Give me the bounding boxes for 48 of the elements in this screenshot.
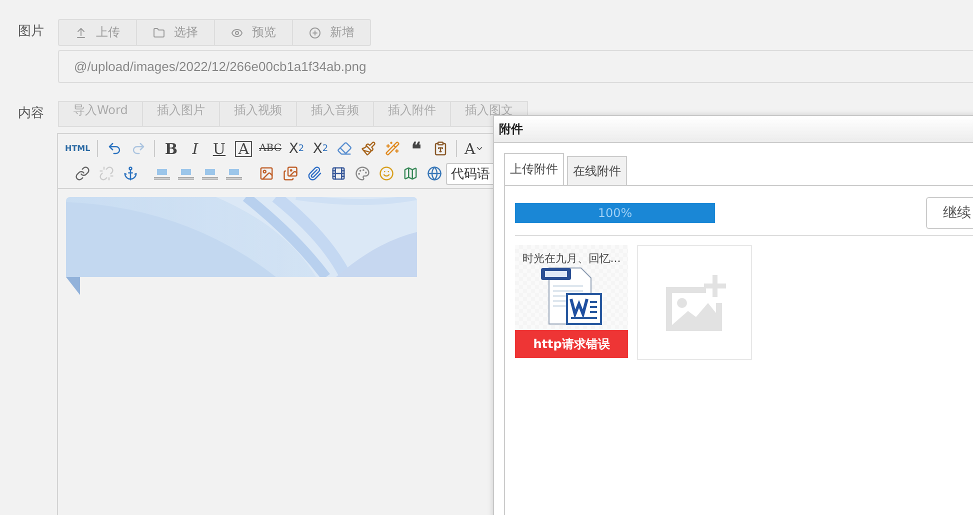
script-button[interactable]: X$^{2}$ — [285, 138, 308, 160]
dialog-tab[interactable]: 在线附件 — [567, 156, 627, 186]
format-button[interactable]: A — [235, 140, 252, 156]
undo-icon — [106, 141, 122, 156]
plus-circle-icon — [309, 26, 321, 38]
anchor-icon — [122, 166, 138, 181]
progress-reading: 100% — [596, 205, 634, 222]
magic-wand-icon — [384, 141, 400, 156]
code-language-dropdown[interactable]: 代码语 — [446, 162, 494, 184]
unlink-icon — [98, 166, 114, 181]
format-button[interactable]: B — [160, 138, 182, 160]
caret-icon — [475, 144, 484, 153]
images-icon — [282, 166, 298, 181]
format-button[interactable]: ❝ — [405, 138, 428, 160]
upload-error: http请求错误 — [515, 330, 628, 358]
continue-button[interactable]: 继续 — [926, 197, 973, 229]
upload-icon — [75, 26, 87, 38]
field-label: 内容 — [18, 105, 45, 123]
map-icon — [402, 166, 418, 181]
folder-icon — [153, 26, 165, 38]
eraser-icon — [336, 141, 352, 156]
image-icon — [258, 166, 274, 181]
paperclip-icon — [306, 166, 322, 181]
file-name: 时光在九月、回忆... — [522, 251, 621, 266]
align-icon — [202, 168, 218, 180]
film-icon — [330, 166, 346, 181]
brush-icon — [360, 141, 376, 156]
dialog-tab[interactable]: 上传附件 — [504, 153, 564, 186]
fold-corner-icon — [66, 277, 80, 295]
file-card[interactable]: 时光在九月、回忆... http请求错误 — [515, 245, 628, 358]
format-button[interactable]: U — [208, 138, 230, 160]
clipboard-icon — [432, 141, 448, 156]
align-icon — [178, 168, 194, 180]
word-document-icon — [540, 266, 602, 326]
eye-icon — [231, 26, 243, 38]
link-icon — [74, 166, 90, 181]
html-button[interactable]: HTML — [63, 138, 92, 160]
smiley-icon — [378, 166, 394, 181]
redo-icon — [130, 141, 146, 156]
align-icon — [226, 168, 242, 180]
format-button[interactable]: I — [184, 138, 206, 160]
align-icon — [154, 168, 170, 180]
palette-icon — [354, 166, 370, 181]
format-button[interactable]: ABC — [257, 138, 284, 160]
globe-icon — [426, 166, 442, 181]
font-color-button[interactable]: A — [462, 138, 486, 160]
field-label: 图片 — [18, 23, 45, 41]
dialog-title: 附件 — [494, 116, 973, 143]
